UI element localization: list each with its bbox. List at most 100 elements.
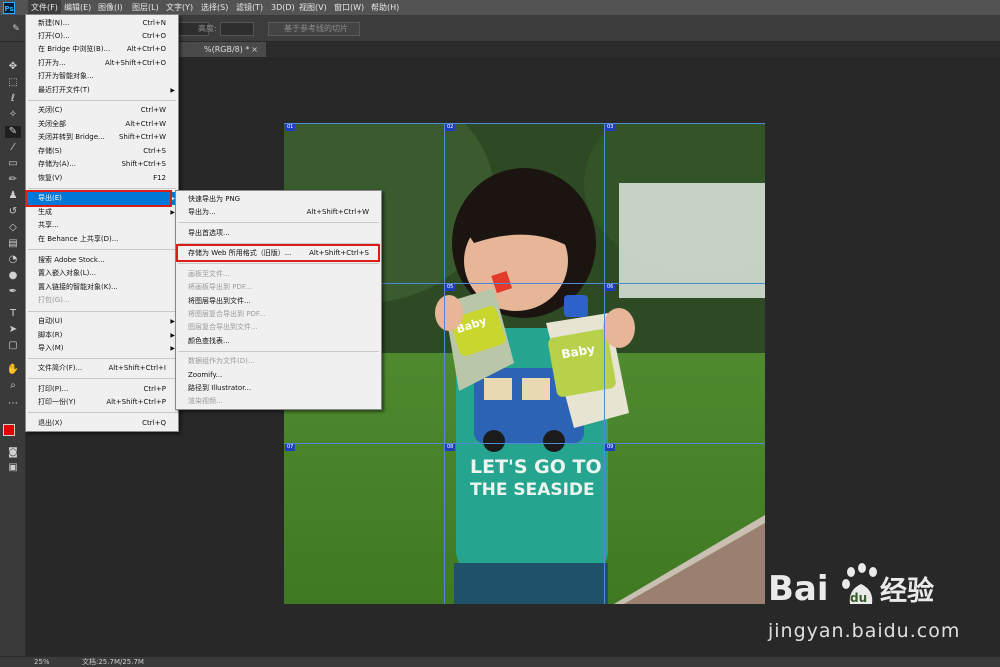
move-tool-icon[interactable]: ✥	[5, 61, 21, 73]
watermark-brand-left: Bai	[768, 569, 829, 609]
marquee-tool-icon[interactable]: ⬚	[5, 77, 21, 89]
menu-item-revert[interactable]: 恢复(V) F12	[26, 172, 178, 185]
menu-item-generate[interactable]: 生成 ▶	[26, 206, 178, 219]
document-size-info[interactable]: 文档:25.7M/25.7M	[82, 657, 144, 667]
menu-item-export[interactable]: 导出(E) ▶	[26, 192, 178, 205]
menu-help[interactable]: 帮助(H)	[368, 0, 402, 16]
menu-item-share-behance[interactable]: 在 Behance 上共享(D)...	[26, 233, 178, 246]
menu-item-render-video[interactable]: 渲染视频...	[176, 395, 381, 408]
menu-separator	[28, 311, 176, 312]
slice-number-tag[interactable]: 09	[605, 444, 616, 451]
quick-mask-icon[interactable]: ◙	[5, 447, 21, 459]
menu-item-quick-export-png[interactable]: 快速导出为 PNG	[176, 193, 381, 206]
menu-item-color-lookup-tables[interactable]: 颜色查找表...	[176, 335, 381, 348]
menu-item-import[interactable]: 导入(M) ▶	[26, 342, 178, 355]
frame-tool-icon[interactable]: ▭	[5, 158, 21, 170]
menu-item-open[interactable]: 打开(O)... Ctrl+O	[26, 30, 178, 43]
quick-select-tool-icon[interactable]: ✧	[5, 109, 21, 121]
menu-item-save[interactable]: 存储(S) Ctrl+S	[26, 145, 178, 158]
menu-separator	[178, 263, 379, 264]
slice-number-tag[interactable]: 07	[285, 444, 296, 451]
menu-separator	[28, 358, 176, 359]
stamp-tool-icon[interactable]: ♟	[5, 190, 21, 202]
height-label: 高度:	[198, 24, 217, 33]
menu-item-open-as[interactable]: 打开为... Alt+Shift+Ctrl+O	[26, 57, 178, 70]
menu-item-share[interactable]: 共享...	[26, 219, 178, 232]
menu-item-package[interactable]: 打包(G)...	[26, 294, 178, 307]
menu-filter[interactable]: 滤镜(T)	[233, 0, 266, 16]
menu-item-artboards-to-files[interactable]: 画板至文件...	[176, 268, 381, 281]
menu-item-print[interactable]: 打印(P)... Ctrl+P	[26, 383, 178, 396]
menu-item-open-smart-object[interactable]: 打开为智能对象...	[26, 70, 178, 83]
menu-item-browse-bridge[interactable]: 在 Bridge 中浏览(B)... Alt+Ctrl+O	[26, 43, 178, 56]
slice-number-tag[interactable]: 02	[445, 124, 456, 131]
menu-item-close-go-bridge[interactable]: 关闭并转到 Bridge... Shift+Ctrl+W	[26, 131, 178, 144]
export-submenu: 快速导出为 PNG 导出为... Alt+Shift+Ctrl+W 导出首选项..…	[175, 190, 382, 410]
type-tool-icon[interactable]: T	[5, 308, 21, 320]
menu-item-close-all[interactable]: 关闭全部 Alt+Ctrl+W	[26, 118, 178, 131]
menu-window[interactable]: 窗口(W)	[331, 0, 367, 16]
menu-item-layer-comps-to-pdf[interactable]: 将图层复合导出到 PDF...	[176, 308, 381, 321]
menu-item-artboards-to-pdf[interactable]: 将画板导出到 PDF...	[176, 281, 381, 294]
document-tab-title: %(RGB/8) *	[204, 45, 250, 54]
slice-number-tag[interactable]: 08	[445, 444, 456, 451]
menu-item-recent-files[interactable]: 最近打开文件(T) ▶	[26, 84, 178, 97]
baidu-paw-logo-icon: Bai du 经验	[768, 563, 934, 609]
history-brush-tool-icon[interactable]: ↺	[5, 206, 21, 218]
menu-item-paths-to-illustrator[interactable]: 路径到 Illustrator...	[176, 382, 381, 395]
shirt-text-line-2: THE SEASIDE	[470, 480, 595, 500]
menu-item-search-adobe-stock[interactable]: 搜索 Adobe Stock...	[26, 254, 178, 267]
menu-item-export-preferences[interactable]: 导出首选项...	[176, 227, 381, 240]
status-bar: 25% 文档:25.7M/25.7M	[0, 656, 1000, 667]
slice-guide	[604, 123, 605, 604]
menu-item-close[interactable]: 关闭(C) Ctrl+W	[26, 104, 178, 117]
menu-item-new[interactable]: 新建(N)... Ctrl+N	[26, 17, 178, 30]
height-field[interactable]	[220, 22, 254, 36]
menu-item-save-as[interactable]: 存储为(A)... Shift+Ctrl+S	[26, 158, 178, 171]
menu-item-zoomify[interactable]: Zoomify...	[176, 369, 381, 382]
menu-item-exit[interactable]: 退出(X) Ctrl+Q	[26, 417, 178, 430]
menu-separator	[28, 188, 176, 189]
menu-item-export-as[interactable]: 导出为... Alt+Shift+Ctrl+W	[176, 206, 381, 219]
path-select-tool-icon[interactable]: ➤	[5, 324, 21, 336]
slice-number-tag[interactable]: 06	[605, 284, 616, 291]
eraser-tool-icon[interactable]: ◇	[5, 222, 21, 234]
menu-view[interactable]: 视图(V)	[296, 0, 330, 16]
zoom-level[interactable]: 25%	[34, 657, 50, 667]
menu-item-place-linked[interactable]: 置入链接的智能对象(K)...	[26, 281, 178, 294]
zoom-tool-icon[interactable]: ⌕	[5, 380, 21, 392]
eyedropper-tool-icon[interactable]: ⁄	[5, 142, 21, 154]
screen-mode-icon[interactable]: ▣	[5, 462, 21, 474]
slices-from-guides-label: 基于参考线的切片	[284, 24, 348, 33]
menu-item-save-for-web[interactable]: 存储为 Web 所用格式（旧版）... Alt+Shift+Ctrl+S	[176, 247, 381, 260]
blur-tool-icon[interactable]: ◔	[5, 254, 21, 266]
menu-3d[interactable]: 3D(D)	[268, 0, 298, 16]
menu-item-scripts[interactable]: 脚本(R) ▶	[26, 329, 178, 342]
menu-item-layers-to-files[interactable]: 将图层导出到文件...	[176, 295, 381, 308]
shape-tool-icon[interactable]: ▢	[5, 340, 21, 352]
menu-item-print-one-copy[interactable]: 打印一份(Y) Alt+Shift+Ctrl+P	[26, 396, 178, 409]
menu-separator	[28, 412, 176, 413]
foreground-color-swatch[interactable]	[3, 424, 15, 436]
menu-item-data-sets-as-files[interactable]: 数据组作为文件(D)...	[176, 355, 381, 368]
dodge-tool-icon[interactable]: ●	[5, 270, 21, 282]
menu-item-automate[interactable]: 自动(U) ▶	[26, 315, 178, 328]
lasso-tool-icon[interactable]: ℓ	[5, 93, 21, 105]
brush-tool-icon[interactable]: ✏	[5, 174, 21, 186]
menu-item-place-embedded[interactable]: 置入嵌入对象(L)...	[26, 267, 178, 280]
menu-item-file-info[interactable]: 文件简介(F)... Alt+Shift+Ctrl+I	[26, 362, 178, 375]
photoshop-logo-icon: Ps	[3, 2, 15, 14]
slice-tool-icon[interactable]: ✎	[5, 126, 21, 138]
slice-number-tag[interactable]: 03	[605, 124, 616, 131]
slice-number-tag[interactable]: 05	[445, 284, 456, 291]
menu-item-layer-comps-to-files[interactable]: 图层复合导出到文件...	[176, 321, 381, 334]
more-tools-icon[interactable]: ⋯	[5, 398, 21, 410]
slice-tool-icon[interactable]: ✎	[8, 23, 24, 35]
pen-tool-icon[interactable]: ✒	[5, 286, 21, 298]
menu-select[interactable]: 选择(S)	[198, 0, 231, 16]
document-tab[interactable]: %(RGB/8) * ×	[176, 42, 266, 57]
close-tab-icon[interactable]: ×	[251, 42, 258, 57]
slice-number-tag[interactable]: 01	[285, 124, 296, 131]
gradient-tool-icon[interactable]: ▤	[5, 238, 21, 250]
hand-tool-icon[interactable]: ✋	[5, 364, 21, 376]
